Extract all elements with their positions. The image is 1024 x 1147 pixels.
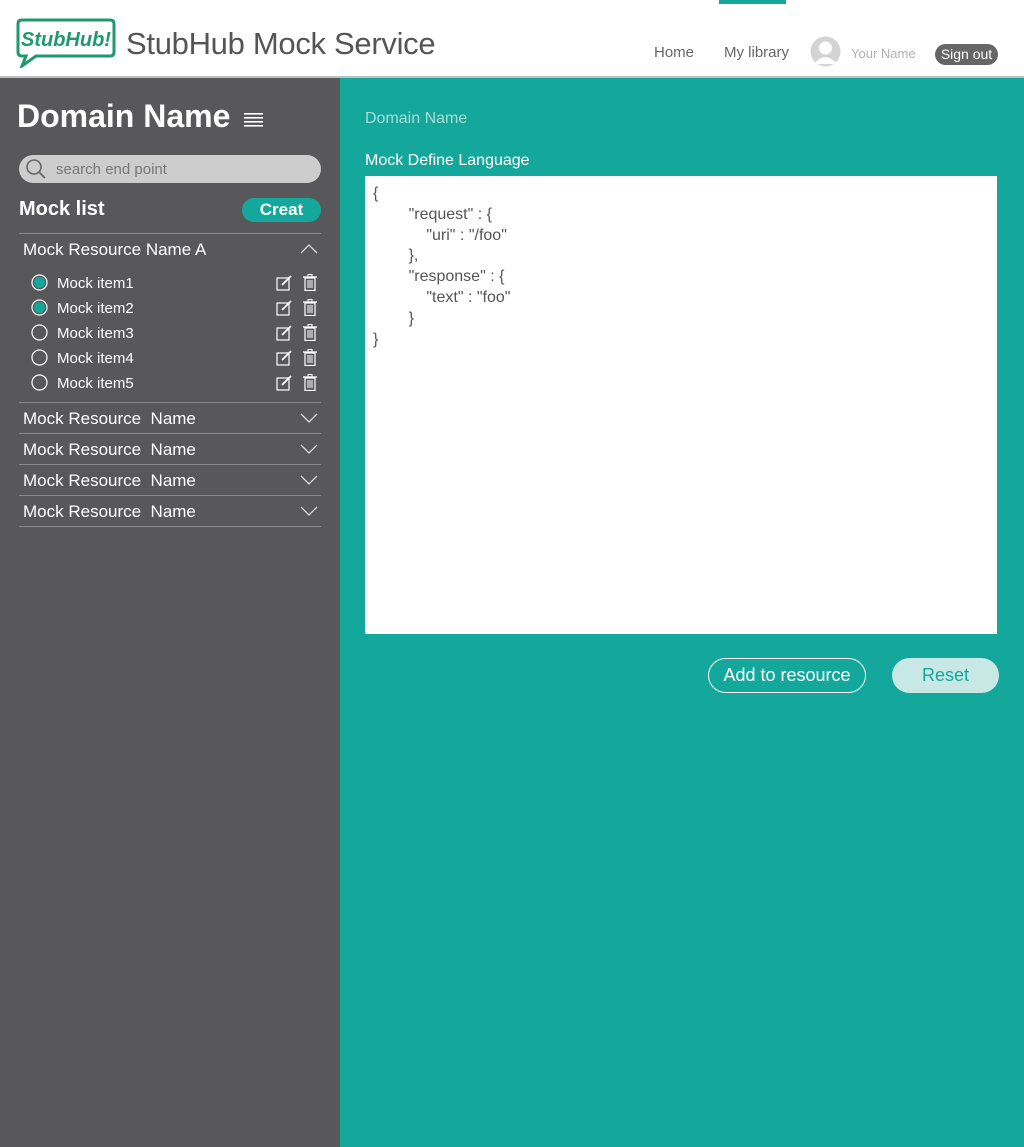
nav-my-library-link[interactable]: My library — [724, 44, 789, 61]
resource-group-header[interactable]: Mock Resource Name — [19, 465, 321, 495]
sign-out-button[interactable]: Sign out — [935, 44, 998, 65]
resource-group-name: Mock Resource Name — [23, 502, 196, 521]
main-panel: Domain Name Mock Define Language Add to … — [340, 78, 1024, 1147]
domain-title: Domain Name — [17, 98, 231, 134]
mock-item-label: Mock item3 — [57, 325, 134, 342]
edit-icon[interactable] — [276, 350, 292, 366]
editor-label: Mock Define Language — [365, 152, 530, 169]
mock-item: Mock item5 — [19, 371, 321, 395]
trash-icon[interactable] — [303, 299, 317, 316]
resource-group: Mock Resource Name — [19, 402, 321, 433]
radio-icon[interactable] — [31, 274, 48, 291]
chevron-down-icon[interactable] — [300, 413, 318, 423]
nav-home-link[interactable]: Home — [654, 44, 694, 61]
resource-group: Mock Resource Name — [19, 433, 321, 464]
breadcrumb[interactable]: Domain Name — [365, 110, 467, 128]
resource-group-header[interactable]: Mock Resource Name — [19, 496, 321, 526]
stubhub-logo[interactable]: StubHub! — [16, 18, 116, 68]
radio-icon[interactable] — [31, 299, 48, 316]
top-header: StubHub! StubHub Mock Service Home My li… — [0, 0, 1024, 78]
resource-group-name: Mock Resource Name — [23, 440, 196, 459]
add-to-resource-button[interactable]: Add to resource — [708, 658, 866, 693]
resource-group: Mock Resource Name — [19, 495, 321, 526]
trash-icon[interactable] — [303, 374, 317, 391]
resource-group-name: Mock Resource Name — [23, 471, 196, 490]
radio-icon[interactable] — [31, 349, 48, 366]
radio-icon[interactable] — [31, 324, 48, 341]
mock-item: Mock item3 — [19, 321, 321, 345]
app-title: StubHub Mock Service — [126, 26, 436, 61]
trash-icon[interactable] — [303, 324, 317, 341]
resource-group-header[interactable]: Mock Resource Name A — [19, 234, 321, 264]
edit-icon[interactable] — [276, 300, 292, 316]
resource-group-name: Mock Resource Name — [23, 409, 196, 428]
resource-group-header[interactable]: Mock Resource Name — [19, 403, 321, 433]
search-input[interactable] — [56, 155, 311, 183]
user-name[interactable]: Your Name — [851, 46, 916, 61]
radio-icon[interactable] — [31, 374, 48, 391]
reset-button[interactable]: Reset — [892, 658, 999, 693]
hamburger-icon[interactable] — [244, 113, 263, 127]
resource-group-name: Mock Resource Name A — [23, 240, 207, 259]
create-button[interactable]: Creat — [242, 198, 321, 222]
mock-item-label: Mock item4 — [57, 350, 134, 367]
active-nav-indicator — [719, 0, 786, 4]
mock-list-title: Mock list — [19, 198, 105, 220]
chevron-down-icon[interactable] — [300, 475, 318, 485]
sidebar: Domain Name Mock list Creat Mock Resourc… — [0, 78, 340, 1147]
chevron-up-icon[interactable] — [300, 244, 318, 254]
search-icon — [26, 159, 46, 179]
mock-item-label: Mock item5 — [57, 375, 134, 392]
mock-item-label: Mock item2 — [57, 300, 134, 317]
mock-item: Mock item2 — [19, 296, 321, 320]
search-box — [19, 155, 321, 183]
chevron-down-icon[interactable] — [300, 506, 318, 516]
trash-icon[interactable] — [303, 274, 317, 291]
chevron-down-icon[interactable] — [300, 444, 318, 454]
mock-item: Mock item1 — [19, 271, 321, 295]
mock-definition-editor[interactable] — [365, 176, 997, 634]
resource-group: Mock Resource Name A — [19, 233, 321, 264]
mock-item-label: Mock item1 — [57, 275, 134, 292]
mock-item: Mock item4 — [19, 346, 321, 370]
edit-icon[interactable] — [276, 275, 292, 291]
resource-group-header[interactable]: Mock Resource Name — [19, 434, 321, 464]
edit-icon[interactable] — [276, 325, 292, 341]
edit-icon[interactable] — [276, 375, 292, 391]
avatar-icon[interactable] — [810, 36, 841, 67]
trash-icon[interactable] — [303, 349, 317, 366]
logo-text: StubHub! — [21, 29, 111, 51]
divider — [19, 526, 321, 527]
resource-group: Mock Resource Name — [19, 464, 321, 495]
